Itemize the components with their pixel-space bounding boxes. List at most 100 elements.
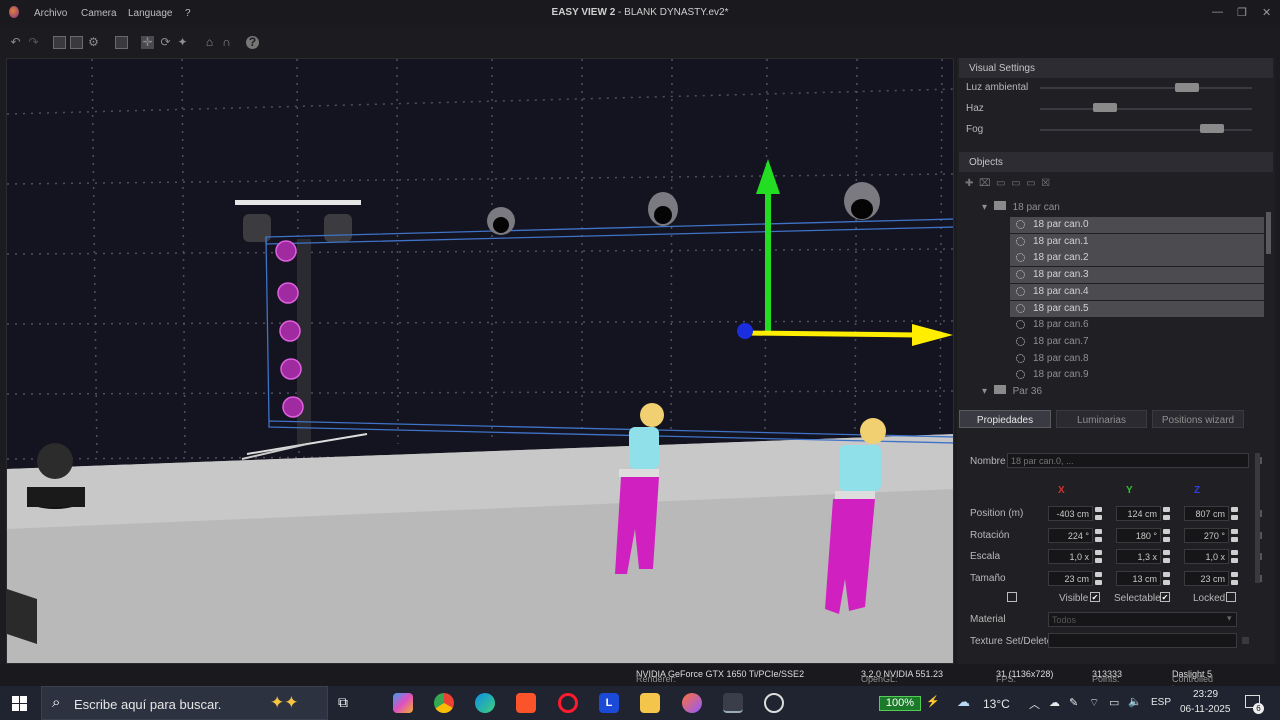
- tree-group-par-36[interactable]: ▾ Par 36: [982, 385, 1182, 401]
- 3d-viewport[interactable]: [6, 58, 954, 664]
- property-value-field[interactable]: 13 cm: [1116, 570, 1161, 586]
- tree-item[interactable]: 18 par can.6: [1010, 317, 1264, 333]
- spinner-arrows-icon[interactable]: [1231, 507, 1238, 520]
- nombre-input[interactable]: [1007, 453, 1249, 468]
- texture-delete-button[interactable]: [1242, 637, 1249, 644]
- close-icon[interactable]: ✕: [1262, 6, 1271, 19]
- help-icon[interactable]: ?: [246, 36, 259, 49]
- property-value-field[interactable]: 23 cm: [1048, 570, 1093, 586]
- property-value-field[interactable]: 807 cm: [1184, 506, 1229, 521]
- add-icon[interactable]: ✚: [965, 178, 973, 189]
- chevron-down-icon[interactable]: ▾: [1227, 613, 1232, 624]
- material-select[interactable]: Todos: [1048, 612, 1237, 627]
- layout-icon[interactable]: [53, 36, 66, 49]
- scale-tool-icon[interactable]: ✦: [176, 36, 189, 49]
- chart-icon[interactable]: [115, 36, 128, 49]
- maximize-icon[interactable]: ❐: [1237, 6, 1247, 19]
- multi-checkbox[interactable]: [1007, 592, 1017, 602]
- visual-settings-header[interactable]: Visual Settings: [959, 58, 1273, 78]
- gear-icon[interactable]: ⚙: [87, 36, 100, 49]
- spinner-arrows-icon[interactable]: [1095, 507, 1102, 520]
- redo-icon[interactable]: ↷: [27, 36, 40, 49]
- folder-icon[interactable]: ▭: [996, 178, 1005, 189]
- headphones-icon[interactable]: ∩: [220, 36, 233, 49]
- fixture-icon[interactable]: ⌂: [203, 36, 216, 49]
- texture-field[interactable]: [1048, 633, 1237, 648]
- recorder-icon[interactable]: [764, 693, 784, 713]
- visible-checkbox[interactable]: ✔: [1090, 592, 1100, 602]
- taskbar-search[interactable]: ⌕ Escribe aquí para buscar. ✦✦: [41, 686, 328, 720]
- chrome-icon[interactable]: [434, 693, 454, 713]
- spinner-arrows-icon[interactable]: [1163, 550, 1170, 563]
- battery-icon[interactable]: ▭: [1109, 696, 1119, 709]
- locked-checkbox[interactable]: [1226, 592, 1236, 602]
- pen-icon[interactable]: ✎: [1069, 696, 1078, 709]
- tab-luminarias[interactable]: Luminarias: [1056, 410, 1147, 428]
- property-value-field[interactable]: 180 °: [1116, 527, 1161, 543]
- speaker-icon[interactable]: 🔈: [1128, 695, 1142, 708]
- property-value-field[interactable]: 1,0 x: [1048, 549, 1093, 564]
- tree-item[interactable]: 18 par can.9: [1010, 367, 1264, 383]
- luz-ambiental-slider[interactable]: [1040, 87, 1252, 89]
- task-view-icon[interactable]: ⧉: [338, 694, 348, 711]
- clock-date[interactable]: 06-11-2025: [1180, 704, 1230, 715]
- tree-item[interactable]: 18 par can.4: [1010, 283, 1264, 300]
- spinner-arrows-icon[interactable]: [1163, 528, 1170, 542]
- easyview-icon[interactable]: [723, 693, 743, 713]
- undo-icon[interactable]: ↶: [9, 36, 22, 49]
- tab-propiedades[interactable]: Propiedades: [959, 410, 1051, 428]
- spinner-arrows-icon[interactable]: [1095, 550, 1102, 563]
- onedrive-icon[interactable]: ☁: [1049, 696, 1060, 709]
- spinner-arrows-icon[interactable]: [1231, 550, 1238, 563]
- rotate-tool-icon[interactable]: ⟳: [159, 36, 172, 49]
- expand-arrow-icon[interactable]: ▾: [982, 202, 987, 213]
- property-value-field[interactable]: 1,0 x: [1184, 549, 1229, 564]
- spinner-arrows-icon[interactable]: [1231, 528, 1238, 542]
- weather-temp[interactable]: 13°C: [983, 697, 1010, 711]
- tree-item[interactable]: 18 par can.8: [1010, 351, 1264, 367]
- tree-item[interactable]: 18 par can.3: [1010, 267, 1264, 284]
- slider-handle[interactable]: [1092, 103, 1117, 112]
- folder-icon[interactable]: ▭: [1011, 178, 1020, 189]
- tree-item[interactable]: 18 par can.2: [1010, 250, 1264, 267]
- folder-icon[interactable]: ▭: [1026, 178, 1035, 189]
- chevron-up-icon[interactable]: ︿: [1029, 696, 1040, 712]
- spinner-arrows-icon[interactable]: [1231, 571, 1238, 585]
- spinner-arrows-icon[interactable]: [1095, 528, 1102, 542]
- properties-scrollbar[interactable]: [1255, 453, 1260, 583]
- expand-arrow-icon[interactable]: ▾: [982, 386, 987, 397]
- delete-icon[interactable]: ☒: [1041, 178, 1050, 189]
- language-indicator[interactable]: ESP: [1151, 697, 1171, 708]
- brave-icon[interactable]: [516, 693, 536, 713]
- property-value-field[interactable]: 224 °: [1048, 527, 1093, 543]
- tree-item[interactable]: 18 par can.5: [1010, 300, 1264, 317]
- property-value-field[interactable]: 124 cm: [1116, 506, 1161, 521]
- firefox-icon[interactable]: [682, 693, 702, 713]
- tree-item[interactable]: 18 par can.0: [1010, 217, 1264, 233]
- property-value-field[interactable]: -403 cm: [1048, 506, 1093, 521]
- minimize-icon[interactable]: —: [1212, 6, 1223, 18]
- copilot-icon[interactable]: [393, 693, 413, 713]
- add-fixture-icon[interactable]: ⌧: [979, 178, 991, 189]
- selectable-checkbox[interactable]: ✔: [1160, 592, 1170, 602]
- edge-icon[interactable]: [475, 693, 495, 713]
- battery-badge[interactable]: 100%: [879, 696, 921, 711]
- opera-icon[interactable]: [558, 693, 578, 713]
- wifi-icon[interactable]: ⌔: [1089, 696, 1099, 710]
- tree-item[interactable]: 18 par can.7: [1010, 334, 1264, 350]
- slider-handle[interactable]: [1199, 124, 1224, 133]
- tab-positions-wizard[interactable]: Positions wizard: [1152, 410, 1244, 428]
- property-value-field[interactable]: 23 cm: [1184, 570, 1229, 586]
- move-tool-icon[interactable]: ✛: [141, 36, 154, 49]
- spinner-arrows-icon[interactable]: [1163, 507, 1170, 520]
- file-explorer-icon[interactable]: [640, 693, 660, 713]
- property-value-field[interactable]: 270 °: [1184, 527, 1229, 543]
- spinner-arrows-icon[interactable]: [1095, 571, 1102, 585]
- windows-start-icon[interactable]: [12, 696, 27, 711]
- window-icon[interactable]: [70, 36, 83, 49]
- tree-scrollbar[interactable]: [1266, 212, 1271, 254]
- tree-group-18-par-can[interactable]: ▾ 18 par can: [982, 201, 1182, 217]
- l-app-icon[interactable]: L: [599, 693, 619, 713]
- property-value-field[interactable]: 1,3 x: [1116, 549, 1161, 564]
- haz-slider[interactable]: [1040, 108, 1252, 110]
